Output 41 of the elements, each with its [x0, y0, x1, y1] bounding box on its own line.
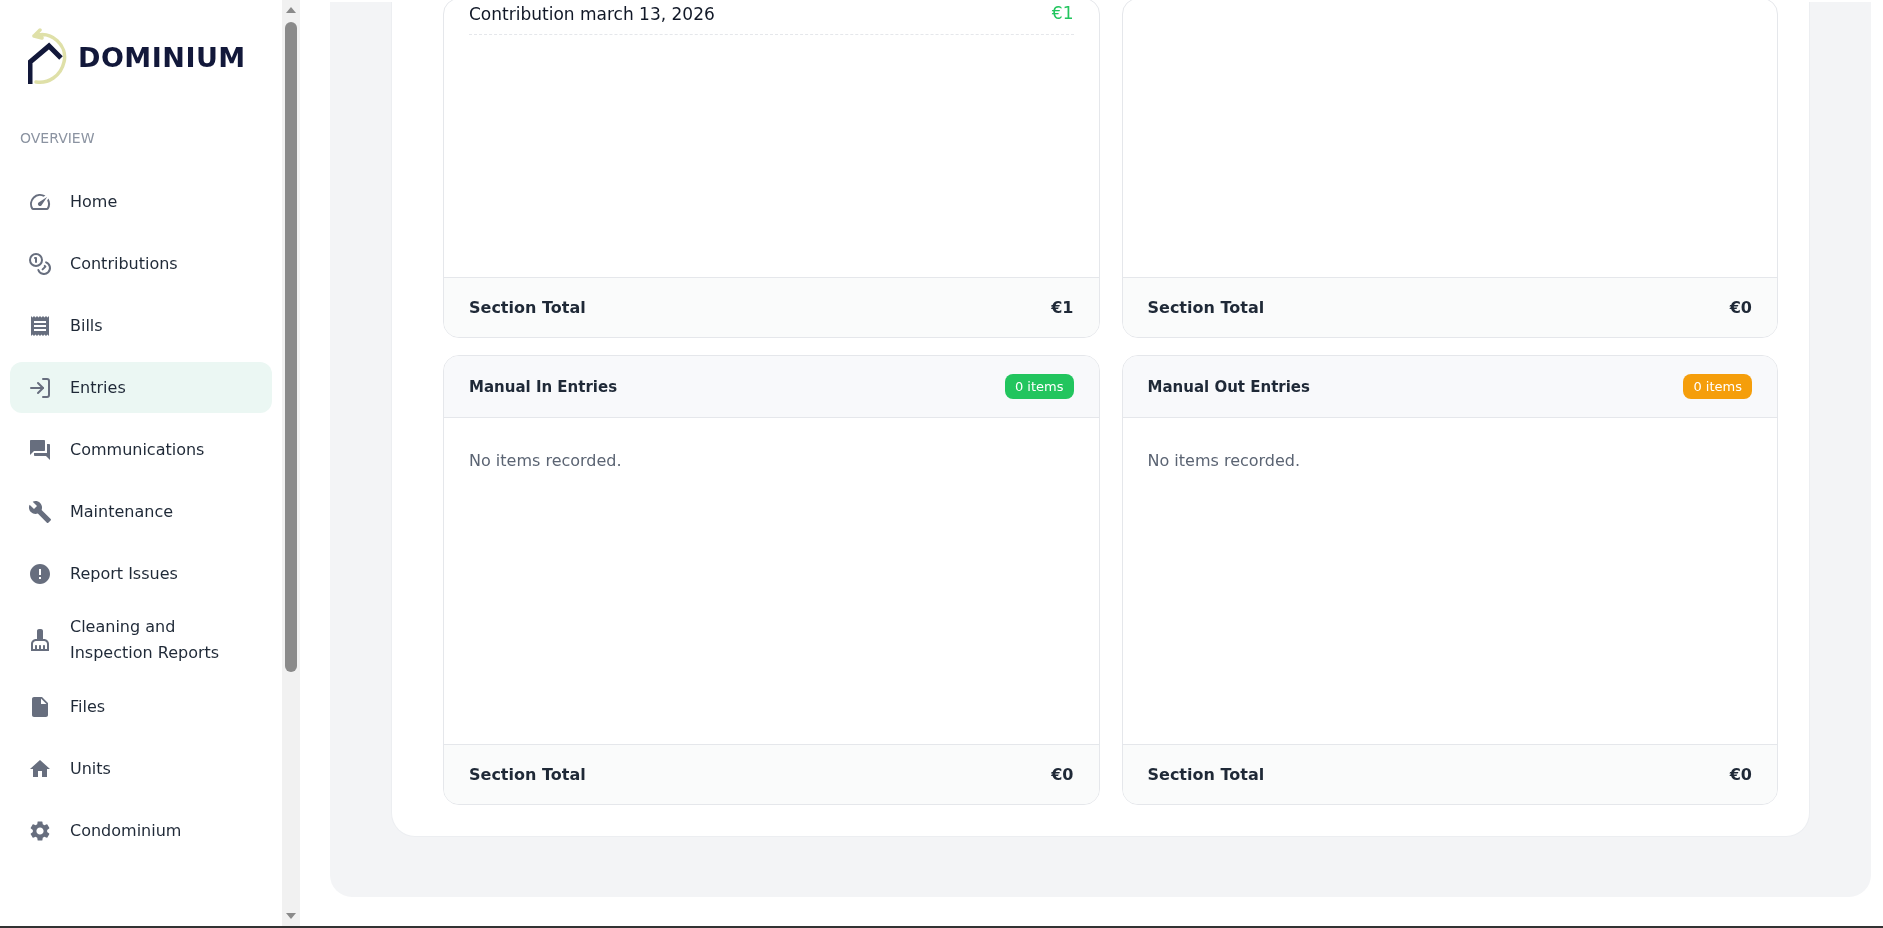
nav-item[interactable]: Condominium [10, 805, 272, 856]
nav-item[interactable]: Units [10, 743, 272, 794]
section-label: OVERVIEW [20, 130, 96, 146]
total-amount: €0 [1729, 298, 1752, 317]
total-label: Section Total [1147, 765, 1265, 784]
receipt-icon [28, 313, 52, 338]
nav-item[interactable]: Bills [10, 300, 272, 351]
total-label: Section Total [1147, 298, 1265, 317]
section-title: Manual In Entries [469, 377, 618, 396]
wrench-icon [28, 499, 52, 524]
nav-item[interactable]: Report Issues [10, 548, 272, 599]
exclamation-icon [28, 561, 52, 586]
entry-label: Contribution march 13, 2026 [469, 3, 715, 25]
total-label: Section Total [469, 765, 586, 784]
empty-message: No items recorded. [1147, 451, 1302, 470]
count-badge: 0 items [1683, 374, 1752, 399]
broom-icon [28, 628, 52, 652]
scroll-down-icon[interactable] [286, 913, 296, 919]
box-arrow-icon [28, 375, 52, 400]
nav-item[interactable]: Cleaning and Inspection Reports [10, 610, 272, 670]
total-amount: €0 [1729, 765, 1752, 784]
nav-item[interactable]: Files [10, 681, 272, 732]
scroll-up-icon[interactable] [286, 7, 296, 13]
logo-text: DOMINIUM [78, 41, 246, 73]
chat-icon [28, 437, 52, 462]
scrollbar-thumb[interactable] [285, 22, 297, 672]
count-badge: 0 items [1004, 374, 1074, 399]
nav-item[interactable]: Contributions [10, 238, 272, 289]
section-title: Manual Out Entries [1147, 377, 1310, 396]
scrollbar[interactable] [282, 0, 300, 926]
total-amount: €0 [1051, 765, 1074, 784]
nav-item[interactable]: Entries [10, 362, 272, 413]
empty-message: No items recorded. [469, 451, 623, 470]
nav-item[interactable]: Maintenance [10, 486, 272, 537]
entry-amount: €1 [1051, 3, 1074, 23]
nav-item[interactable]: Communications [10, 424, 272, 475]
total-amount: €1 [1051, 298, 1074, 317]
nav-item[interactable]: Home [10, 176, 272, 227]
coins-icon [28, 251, 52, 276]
gear-icon [28, 818, 52, 843]
total-label: Section Total [469, 298, 586, 317]
